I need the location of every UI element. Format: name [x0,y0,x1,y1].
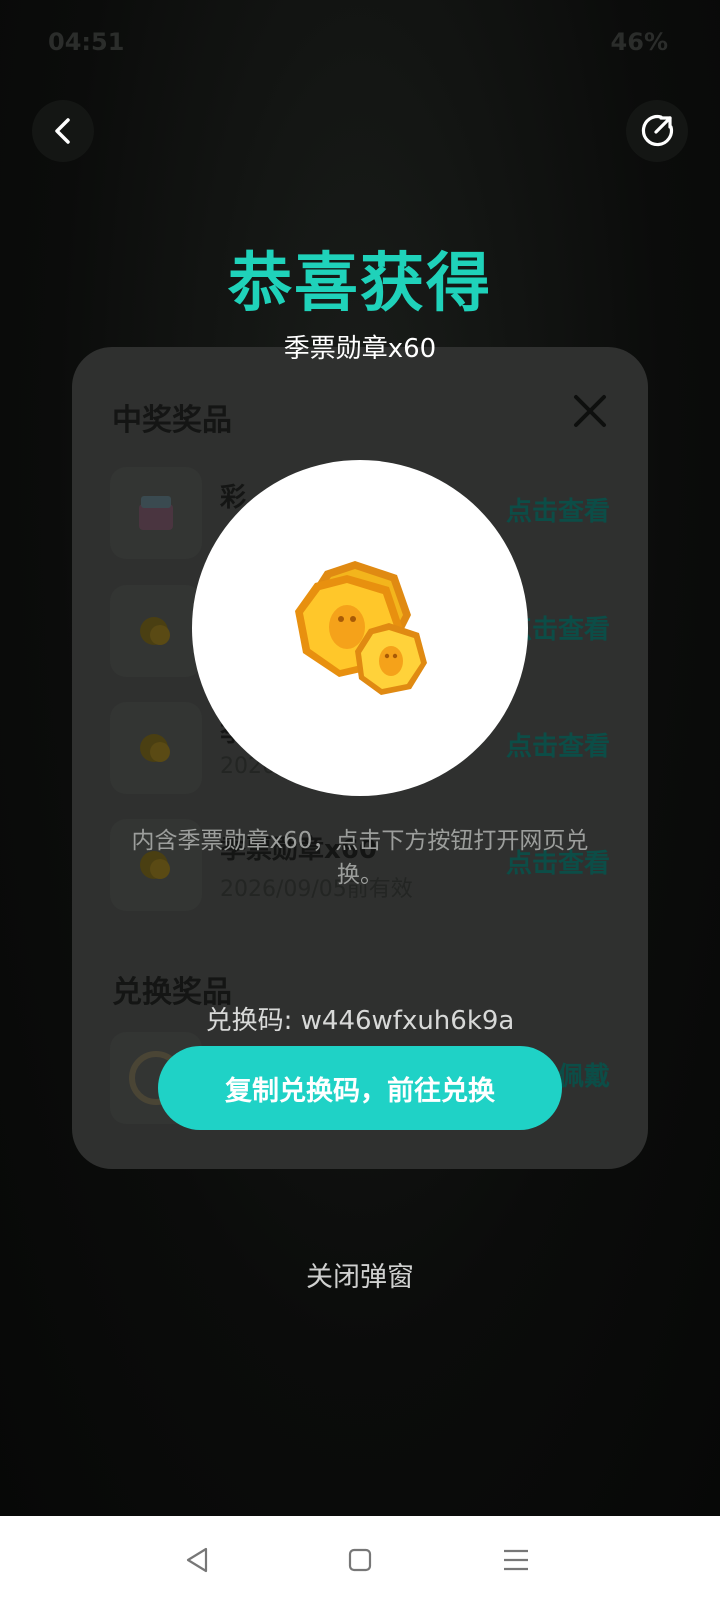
back-triangle-icon [186,1547,208,1573]
battery-level: 46% [610,28,668,56]
status-time: 04:51 [48,28,125,56]
medal-icon [110,702,202,794]
card-title: 中奖奖品 [112,403,232,438]
nav-home-button[interactable] [342,1542,378,1578]
menu-lines-icon [504,1549,528,1571]
chevron-left-icon [55,118,70,144]
reward-name: 季票勋章x60 [283,334,437,364]
view-link[interactable]: 点击查看 [506,491,610,528]
back-button[interactable] [32,100,94,162]
reward-description: 内含季票勋章x60，点击下方按钮打开网页兑换。 [131,828,589,888]
medal-icon [295,561,427,695]
wear-link[interactable]: 佩戴 [558,1056,610,1093]
close-icon [574,395,606,427]
congrats-title: 恭喜获得 [228,247,492,321]
redeem-code: 兑换码: w446wfxuh6k9a [205,1006,515,1036]
status-bar: 04:51 46% [0,22,720,62]
reward-image [192,460,528,796]
share-icon [641,114,674,147]
close-popup-button[interactable]: 关闭弹窗 [0,1255,720,1294]
copy-and-redeem-button[interactable]: 复制兑换码，前往兑换 [158,1046,562,1130]
view-link[interactable]: 点击查看 [506,726,610,763]
medal-icon [110,585,202,677]
system-nav-bar [0,1516,720,1604]
nav-back-button[interactable] [180,1542,216,1578]
nav-menu-button[interactable] [498,1542,534,1578]
gift-box-icon [110,467,202,559]
home-square-icon [348,1548,372,1572]
share-button[interactable] [626,100,688,162]
card-close-button[interactable] [570,391,610,431]
